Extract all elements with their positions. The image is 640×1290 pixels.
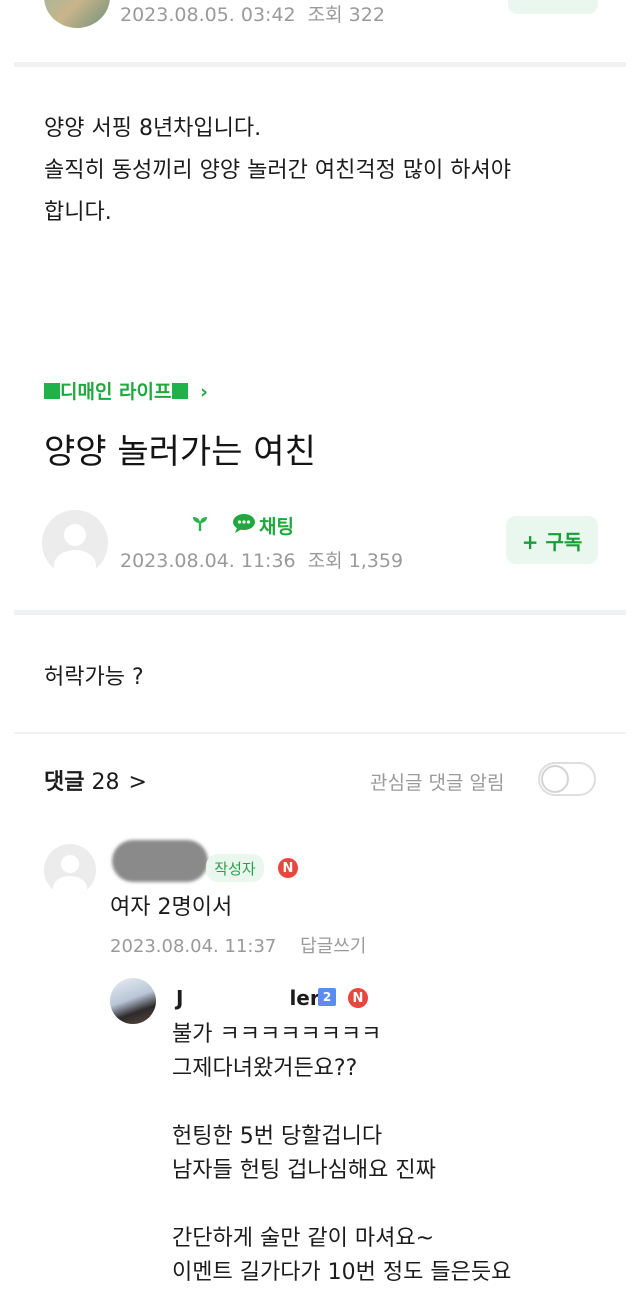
reply-button[interactable]: 답글쓰기	[300, 936, 366, 957]
top-subscribe-button[interactable]	[508, 0, 598, 14]
comment-meta: 2023.08.04. 11:37 답글쓰기	[110, 932, 366, 958]
comment-avatar[interactable]	[44, 844, 96, 896]
notify-label: 관심글 댓글 알림	[370, 772, 505, 794]
post-date: 2023.08.04. 11:36	[120, 550, 296, 572]
section-divider	[14, 62, 626, 67]
notify-toggle[interactable]	[538, 762, 596, 796]
post-title: 양양 놀러가는 여친	[44, 432, 316, 472]
post-meta: 2023.08.04. 11:36 조회 1,359	[120, 546, 403, 573]
reply-line: 그제다녀왔거든요??	[172, 1056, 358, 1081]
new-badge: N	[278, 858, 298, 878]
section-divider	[14, 610, 626, 615]
comments-count: 28	[91, 770, 120, 795]
subscribe-button[interactable]: + 구독	[506, 516, 598, 564]
comments-label: 댓글	[44, 770, 85, 795]
top-post-body: 양양 서핑 8년차입니다. 솔직히 동성끼리 양양 놀러간 여친걱정 많이 하셔…	[44, 108, 614, 234]
author-avatar[interactable]	[42, 510, 108, 576]
chat-button[interactable]: 채팅	[232, 512, 294, 539]
comment-date: 2023.08.04. 11:37	[110, 936, 277, 957]
author-name-redacted	[118, 512, 188, 532]
reply-line	[172, 1188, 612, 1222]
body-line: 솔직히 동성끼리 양양 놀러간 여친걱정 많이 하셔야	[44, 158, 512, 183]
category-link[interactable]: 디매인 라이프 ›	[44, 377, 208, 404]
new-badge: N	[348, 988, 368, 1008]
reply-text: 불가 ㅋㅋㅋㅋㅋㅋㅋㅋ 그제다녀왔거든요?? 헌팅한 5번 당할겁니다 남자들 …	[172, 1018, 612, 1290]
reply-line: 이멘트 길가다가 10번 정도 들은듯요	[172, 1260, 512, 1285]
reply-line	[172, 1086, 612, 1120]
comment-text: 여자 2명이서	[110, 895, 233, 920]
reply-line: 헌팅한 5번 당할겁니다	[172, 1124, 383, 1149]
top-author-avatar[interactable]	[44, 0, 110, 28]
top-post-views: 조회 322	[307, 4, 385, 26]
post-body: 허락가능 ?	[44, 665, 144, 690]
reply-avatar[interactable]	[110, 978, 156, 1024]
chat-bubble-icon	[232, 513, 256, 538]
reply-author-name: Jler	[176, 986, 320, 1010]
top-post-date: 2023.08.05. 03:42	[120, 4, 296, 26]
author-badge: 작성자	[206, 854, 264, 882]
level-badge: 2	[318, 988, 336, 1006]
top-post-meta: 2023.08.05. 03:42 조회 322	[120, 0, 385, 27]
reply-line: 불가 ㅋㅋㅋㅋㅋㅋㅋㅋ	[172, 1022, 382, 1047]
square-icon	[44, 383, 60, 399]
category-label: 디매인 라이프	[60, 381, 172, 403]
body-line: 합니다.	[44, 200, 112, 225]
square-icon	[171, 383, 188, 399]
chevron-right-icon: >	[128, 770, 147, 795]
post-views: 조회 1,359	[307, 550, 404, 572]
comments-header-link[interactable]: 댓글 28 >	[44, 764, 147, 796]
reply-line: 남자들 헌팅 겁나심해요 진짜	[172, 1158, 436, 1183]
subscribe-label: + 구독	[521, 529, 583, 554]
chevron-right-icon: ›	[200, 381, 208, 403]
sprout-icon	[192, 514, 208, 536]
thin-divider	[14, 732, 626, 734]
comment-author-redacted	[112, 840, 208, 882]
body-line: 양양 서핑 8년차입니다.	[44, 116, 262, 141]
reply-line: 간단하게 술만 같이 마셔요~	[172, 1226, 435, 1251]
chat-label: 채팅	[259, 516, 294, 538]
